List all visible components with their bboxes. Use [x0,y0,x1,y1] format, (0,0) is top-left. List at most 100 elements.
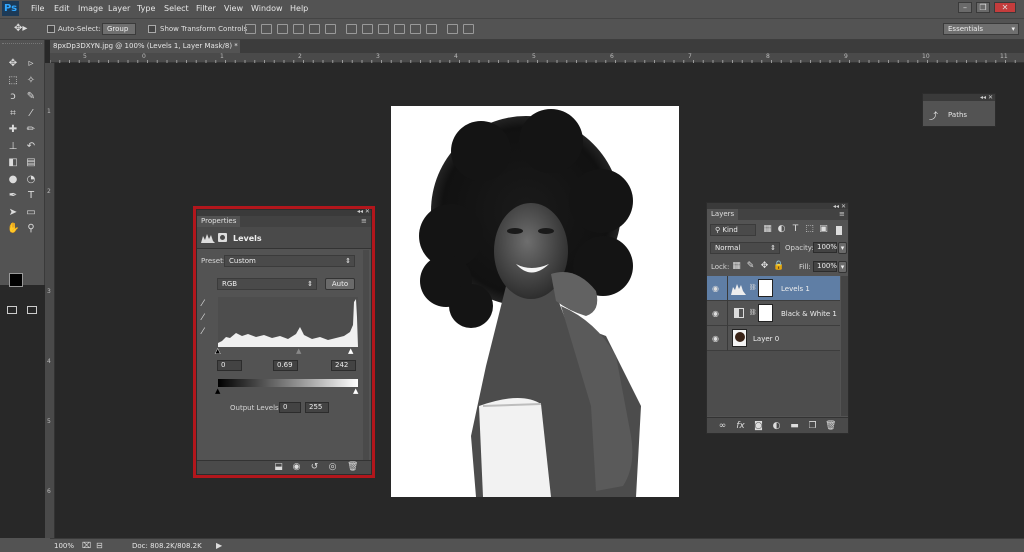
hand-tool-icon[interactable]: ✋ [7,223,19,235]
opacity-field[interactable]: 100% [813,242,837,253]
mask-icon[interactable] [218,233,227,242]
layer-row-levels-1[interactable]: ◉ ⛓ Levels 1 [707,276,840,301]
chain-link-icon[interactable]: ⛓ [749,309,757,316]
align-bottom-icon[interactable] [277,24,288,34]
maximize-button[interactable]: ❐ [976,2,990,13]
crop-tool-icon[interactable]: ⌗ [7,108,19,120]
canvas-image[interactable] [391,106,679,497]
healing-brush-icon[interactable]: ✚ [7,124,19,136]
menu-filter[interactable]: Filter [196,4,216,13]
reset-icon[interactable]: ↺ [309,462,320,473]
auto-select-checkbox[interactable] [47,25,55,33]
layer-row-layer-0[interactable]: ◉ Layer 0 [707,326,840,351]
new-adjustment-icon[interactable]: ◐ [771,421,782,432]
black-point-eyedropper-icon[interactable]: ⁄ [202,299,204,309]
foreground-color-swatch[interactable] [9,273,23,287]
layer-name[interactable]: Layer 0 [753,335,779,343]
lock-transparency-icon[interactable]: ▦ [731,261,742,272]
fill-dropdown-button[interactable]: ▾ [838,261,847,273]
align-top-icon[interactable] [245,24,256,34]
clip-to-layer-icon[interactable]: ⬓ [273,462,284,473]
panel-menu-icon[interactable]: ≡ [361,217,367,225]
minimize-button[interactable]: – [958,2,972,13]
clone-stamp-icon[interactable]: ⊥ [7,141,19,153]
delete-adjustment-icon[interactable]: 🗑 [347,462,358,473]
menu-view[interactable]: View [224,4,243,13]
properties-scrollbar[interactable] [363,250,369,460]
new-group-icon[interactable]: ▬ [789,421,800,432]
new-layer-icon[interactable]: ❐ [807,421,818,432]
input-black-field[interactable]: 0 [217,360,242,371]
layers-tab[interactable]: Layers [707,209,739,220]
dodge-tool-icon[interactable]: ◔ [25,174,37,186]
filter-shape-icon[interactable]: ⬚ [804,224,815,235]
link-layers-icon[interactable]: ∞ [717,421,728,432]
show-transform-checkbox[interactable] [148,25,156,33]
rectangle-tool-icon[interactable]: ▭ [25,207,37,219]
layer-mask-thumbnail[interactable] [758,279,773,297]
status-camera-icon[interactable]: ⌧ [82,541,91,550]
layer-style-icon[interactable]: fx [735,421,746,432]
menu-type[interactable]: Type [137,4,155,13]
white-point-eyedropper-icon[interactable]: ⁄ [202,327,204,337]
eye-icon[interactable]: ◉ [712,309,719,318]
filter-kind-dropdown[interactable]: ⚲ Kind [710,224,756,236]
filter-pixel-icon[interactable]: ▦ [762,224,773,235]
output-black-field[interactable]: 0 [279,402,301,413]
zoom-level[interactable]: 100% [54,542,74,550]
paths-icon[interactable]: ⤴ [929,109,938,122]
input-gamma-field[interactable]: 0.69 [273,360,298,371]
toolbar-grip[interactable] [2,43,42,47]
menu-layer[interactable]: Layer [108,4,130,13]
eyedropper-icon[interactable]: ⁄ [25,108,37,120]
paths-label[interactable]: Paths [948,111,967,119]
history-brush-icon[interactable]: ↶ [25,141,37,153]
output-white-field[interactable]: 255 [305,402,329,413]
layer-row-black-white-1[interactable]: ◉ ⛓ Black & White 1 [707,301,840,326]
collapse-panel-icon[interactable]: ◂◂ ✕ [357,208,370,215]
opacity-dropdown-button[interactable]: ▾ [838,242,847,254]
delete-layer-icon[interactable]: 🗑 [825,421,836,432]
align-vcenter-icon[interactable] [261,24,272,34]
layers-scrollbar[interactable] [841,276,848,416]
screen-mode-icon[interactable] [27,306,37,314]
menu-image[interactable]: Image [78,4,103,13]
input-black-slider[interactable]: ▲ [215,347,221,355]
move-tool-icon[interactable]: ✥▸ [14,23,27,34]
fill-field[interactable]: 100% [813,261,837,272]
paths-panel-grip[interactable]: ◂◂ ✕ [923,94,995,101]
status-menu-arrow-icon[interactable]: ▶ [216,541,222,550]
input-white-field[interactable]: 242 [331,360,356,371]
distribute-right-icon[interactable] [426,24,437,34]
3d-mode-icon[interactable] [463,24,474,34]
distribute-left-icon[interactable] [394,24,405,34]
gray-point-eyedropper-icon[interactable]: ⁄ [202,313,204,323]
output-white-slider[interactable]: ▲ [353,387,358,395]
lasso-tool-icon[interactable]: ↄ [7,91,19,103]
eraser-tool-icon[interactable]: ◧ [7,157,19,169]
layer-image-thumbnail[interactable] [732,329,747,347]
layers-menu-icon[interactable]: ≡ [839,210,845,218]
filter-toggle-icon[interactable] [836,226,842,235]
menu-select[interactable]: Select [164,4,189,13]
quick-mask-icon[interactable] [7,306,17,314]
blur-tool-icon[interactable]: ● [7,174,19,186]
quick-select-icon[interactable]: ✎ [25,91,37,103]
workspace-dropdown[interactable]: Essentials ▾ [943,23,1019,35]
move-tool-icon[interactable]: ✥ [7,58,19,70]
add-mask-icon[interactable]: ◙ [753,421,764,432]
layer-name[interactable]: Black & White 1 [781,310,837,318]
pen-tool-icon[interactable]: ✒ [7,190,19,202]
filter-smart-object-icon[interactable]: ▣ [818,224,829,235]
close-window-button[interactable]: ✕ [994,2,1016,13]
menu-file[interactable]: File [31,4,44,13]
menu-help[interactable]: Help [290,4,308,13]
layer-mask-thumbnail[interactable] [758,304,773,322]
gradient-tool-icon[interactable]: ▤ [25,157,37,169]
output-black-slider[interactable]: ▲ [215,387,220,395]
lock-all-icon[interactable]: 🔒 [773,261,784,272]
distribute-vcenter-icon[interactable] [362,24,373,34]
auto-button[interactable]: Auto [325,278,355,290]
input-white-slider[interactable]: ▲ [348,347,353,355]
lock-position-icon[interactable]: ✥ [759,261,770,272]
